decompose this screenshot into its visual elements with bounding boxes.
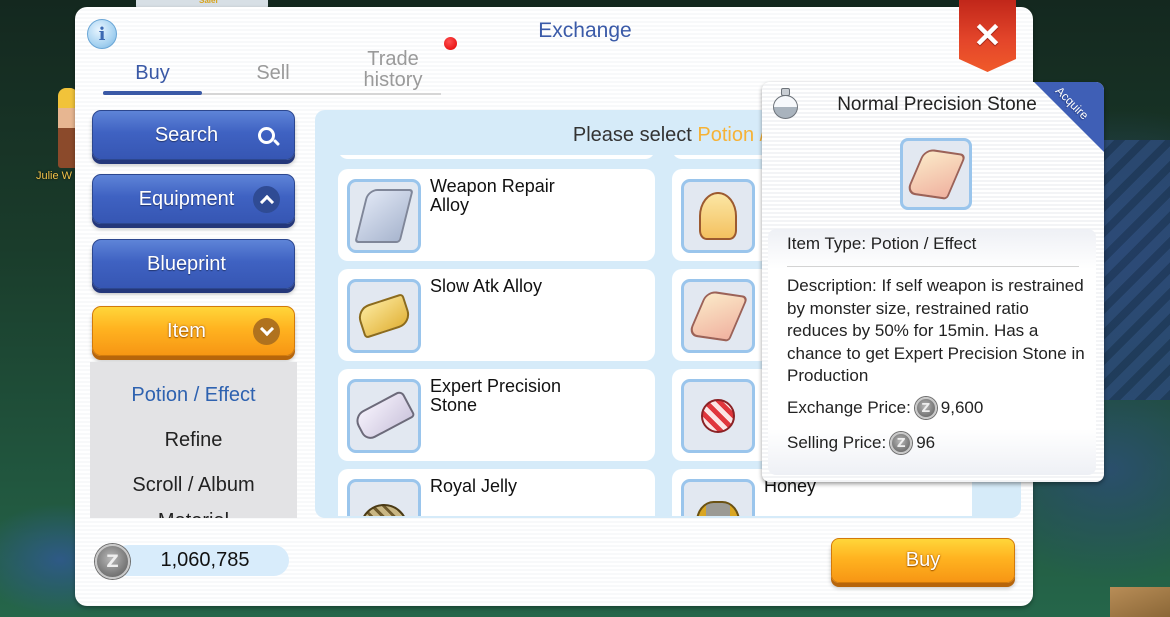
list-item-slow-atk-alloy[interactable]: Slow Atk Alloy [338,269,655,361]
item-name: Weapon Repair Alloy [430,176,555,215]
royal-jelly-icon [347,479,421,516]
selling-price-value: 96 [916,433,936,452]
info-icon[interactable]: i [87,19,117,49]
white-stone-icon [347,379,421,453]
acquire-label: Acquire [1052,83,1092,123]
zeny-balance: Z 1,060,785 [95,544,291,579]
equipment-button-label: Equipment [138,187,235,210]
balance-value: 1,060,785 [160,549,250,571]
blueprint-button[interactable]: Blueprint [92,239,295,289]
tab-bar: Buy Sell Trade history [103,47,443,95]
tab-trade-history[interactable]: Trade history [353,47,433,93]
item-name: Slow Atk Alloy [430,276,543,296]
bell-fruit-icon [681,179,755,253]
close-button[interactable]: ✕ [959,0,1016,72]
notification-dot [444,37,457,50]
alloy-plate-icon [347,179,421,253]
blueprint-button-label: Blueprint [147,252,226,275]
item-button[interactable]: Item [92,306,295,356]
search-button[interactable]: Search [92,110,295,160]
item-name: Royal Jelly [430,476,518,496]
chevron-down-icon [253,318,280,345]
detail-divider [787,266,1079,267]
item-description: Description: If self weapon is restraine… [787,276,1085,385]
close-icon: ✕ [973,17,1002,55]
precision-stone-icon [681,279,755,353]
item-button-label: Item [167,319,206,342]
exchange-price: Exchange Price: Z 9,600 [787,397,983,419]
exchange-price-label: Exchange Price: [787,398,911,417]
tab-sell[interactable]: Sell [223,47,323,93]
submenu-potion-effect[interactable]: Potion / Effect [90,384,297,407]
list-item-royal-jelly[interactable]: Royal Jelly [338,469,655,516]
category-menu: Search Equipment Blueprint Item Potion /… [90,110,297,518]
dialog-title: Exchange [538,19,632,42]
detail-title: Normal Precision Stone [837,94,1037,115]
search-icon [253,122,280,149]
gold-alloy-icon [347,279,421,353]
item-type: Item Type: Potion / Effect [787,234,977,253]
selling-price-label: Selling Price: [787,433,887,452]
submenu-material[interactable]: Material [90,510,297,518]
zeny-coin-icon: Z [95,544,130,579]
candy-icon [681,379,755,453]
precision-stone-icon [900,138,972,210]
exchange-price-value: 9,600 [940,398,984,417]
detail-body: Item Type: Potion / Effect Description: … [768,229,1096,475]
zeny-coin-icon: Z [890,432,913,454]
search-button-label: Search [154,123,219,146]
tab-buy[interactable]: Buy [103,47,202,95]
equipment-button[interactable]: Equipment [92,174,295,224]
list-item-partial [338,155,655,159]
item-detail-popup: Normal Precision Stone Acquire Item Type… [762,82,1104,482]
character-name: Julie W [36,170,73,182]
roof-scenery [1100,140,1170,400]
buy-button[interactable]: Buy [831,538,1015,583]
submenu-refine[interactable]: Refine [90,429,297,452]
selling-price: Selling Price: Z 96 [787,432,935,454]
item-name: Expert Precision Stone [430,376,562,415]
wood-plank-scenery [1110,587,1170,617]
chevron-up-icon [253,186,280,213]
honey-jar-icon [681,479,755,516]
submenu-scroll-album[interactable]: Scroll / Album [90,474,297,497]
item-submenu: Potion / Effect Refine Scroll / Album Ma… [90,362,297,518]
list-item-weapon-repair-alloy[interactable]: Weapon Repair Alloy [338,169,655,261]
list-item-expert-precision-stone[interactable]: Expert Precision Stone [338,369,655,461]
zeny-coin-icon: Z [914,397,937,419]
acquire-ribbon[interactable]: Acquire [1034,82,1104,152]
potion-bottle-icon [772,88,798,120]
